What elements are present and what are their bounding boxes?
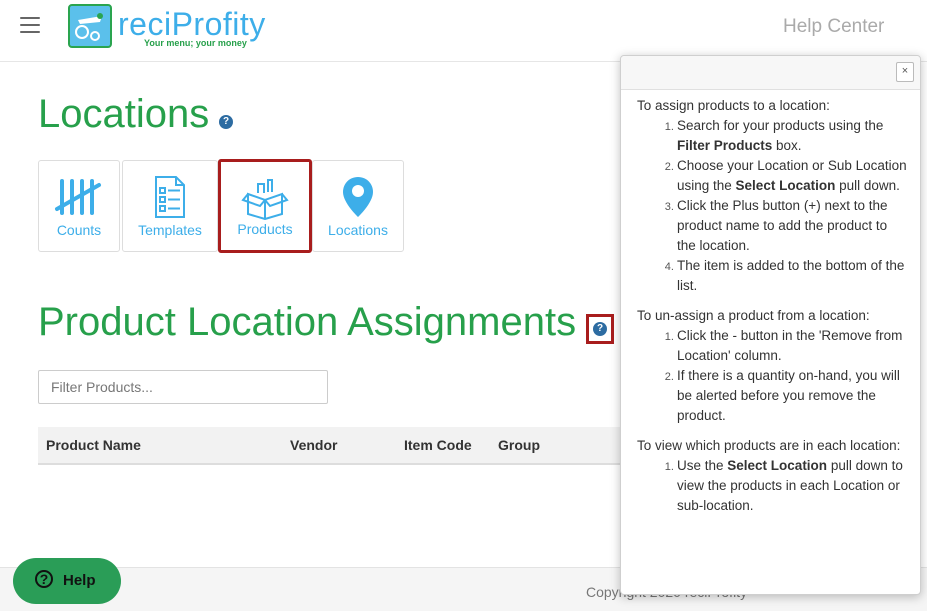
brand-tagline: Your menu; your money [144,38,247,48]
tile-label: Locations [328,222,388,238]
tile-locations[interactable]: Locations [312,160,404,252]
column-header-group[interactable]: Group [498,437,540,453]
tile-templates[interactable]: Templates [122,160,218,252]
assign-steps: Search for your products using the Filte… [637,116,907,296]
help-popover: × To assign products to a location: Sear… [620,55,921,595]
assign-intro: To assign products to a location: [637,98,830,113]
hamburger-menu-icon[interactable] [20,16,40,34]
view-intro: To view which products are in each locat… [637,438,901,453]
unassign-intro: To un-assign a product from a location: [637,308,870,323]
logo-icon [68,4,112,48]
popover-header: × [621,56,920,90]
box-icon [241,179,289,220]
list-item: If there is a quantity on-hand, you will… [677,366,907,426]
table-header: Product Name Vendor Item Code Group [38,427,638,465]
list-item: The item is added to the bottom of the l… [677,256,907,296]
help-button[interactable]: ? Help [13,558,121,604]
view-steps: Use the Select Location pull down to vie… [637,456,907,516]
unassign-steps: Click the - button in the 'Remove from L… [637,326,907,426]
tally-icon [55,179,101,215]
checklist-icon [155,176,185,218]
tile-label: Counts [56,222,102,238]
popover-body: To assign products to a location: Search… [637,96,907,526]
list-item: Click the - button in the 'Remove from L… [677,326,907,366]
tile-label: Products [237,221,293,237]
close-icon[interactable]: × [896,62,914,82]
map-pin-icon [343,177,373,217]
help-center-link[interactable]: Help Center [783,16,884,38]
column-header-product-name[interactable]: Product Name [46,437,141,453]
tile-counts[interactable]: Counts [38,160,120,252]
column-header-item-code[interactable]: Item Code [404,437,472,453]
section-title: Product Location Assignments [38,300,577,344]
page-title: Locations [38,92,210,136]
question-circle-icon: ? [35,570,53,588]
list-item: Search for your products using the Filte… [677,116,907,156]
tile-products[interactable]: Products [218,159,312,253]
list-item: Choose your Location or Sub Location usi… [677,156,907,196]
help-button-label: Help [63,572,96,589]
section-help-highlight[interactable]: ? [586,314,614,344]
column-header-vendor[interactable]: Vendor [290,437,337,453]
top-bar: reciProfity Your menu; your money Help C… [0,0,927,62]
list-item: Click the Plus button (+) next to the pr… [677,196,907,256]
list-item: Use the Select Location pull down to vie… [677,456,907,516]
tile-label: Templates [138,222,202,238]
filter-products-input[interactable] [38,370,328,404]
help-icon[interactable]: ? [219,115,233,129]
help-icon[interactable]: ? [593,322,607,336]
